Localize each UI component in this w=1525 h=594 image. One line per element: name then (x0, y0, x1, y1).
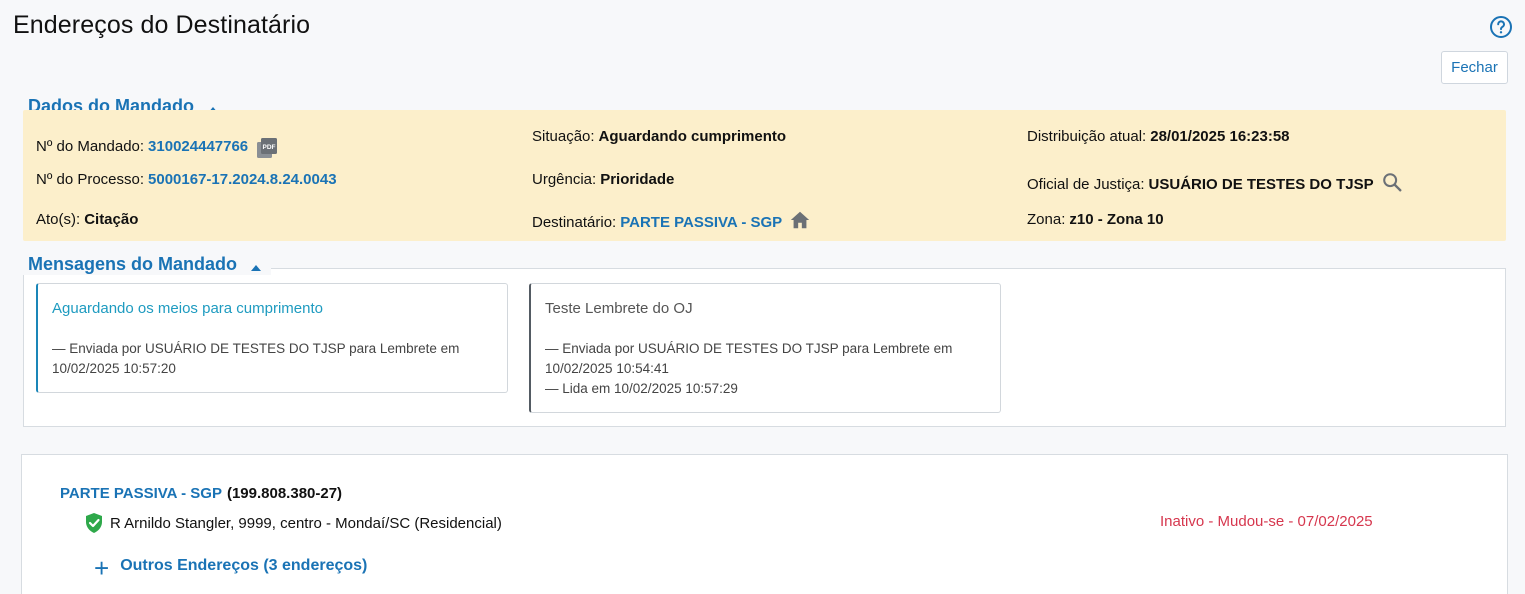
label-destinatario: Destinatário: (532, 213, 617, 231)
value-zona: z10 - Zona 10 (1069, 211, 1164, 228)
address-status: Inativo - Mudou-se - 07/02/2025 (1160, 513, 1373, 530)
field-situacao: Situação: Aguardando cumprimento (532, 128, 786, 145)
plus-icon[interactable]: + (94, 555, 109, 581)
field-numero-processo: Nº do Processo: 5000167-17.2024.8.24.004… (36, 171, 337, 188)
link-destinatario[interactable]: PARTE PASSIVA - SGP (620, 214, 782, 231)
field-zona: Zona: z10 - Zona 10 (1027, 211, 1164, 228)
outros-enderecos-toggle[interactable]: + Outros Endereços (3 endereços) (94, 551, 367, 581)
search-icon[interactable] (1381, 171, 1403, 197)
label-numero-mandado: Nº do Mandado: (36, 137, 145, 155)
value-atos: Citação (84, 211, 139, 228)
value-oficial: USUÁRIO DE TESTES DO TJSP (1148, 175, 1374, 193)
message-card[interactable]: Teste Lembrete do OJ — Enviada por USUÁR… (529, 283, 1001, 413)
message-line: — Lida em 10/02/2025 10:57:29 (545, 381, 738, 396)
message-line: 10/02/2025 10:57:20 (52, 361, 176, 376)
page-title: Endereços do Destinatário (13, 11, 311, 39)
close-button[interactable]: Fechar (1441, 51, 1508, 84)
collapse-caret-icon[interactable] (251, 264, 262, 271)
label-numero-processo: Nº do Processo: (36, 171, 145, 188)
destinatario-panel: PARTE PASSIVA - SGP (199.808.380-27) R A… (21, 454, 1508, 594)
message-card[interactable]: Aguardando os meios para cumprimento — E… (36, 283, 508, 393)
pdf-icon[interactable]: PDF (255, 136, 279, 164)
home-icon[interactable] (789, 209, 811, 235)
label-urgencia: Urgência: (532, 171, 597, 188)
message-line: — Enviada por USUÁRIO DE TESTES DO TJSP … (52, 341, 460, 356)
svg-text:PDF: PDF (263, 144, 276, 151)
value-urgencia: Prioridade (600, 171, 675, 188)
check-shield-icon (86, 513, 102, 533)
destinatario-document: (199.808.380-27) (226, 485, 343, 502)
field-numero-mandado: Nº do Mandado: 310024447766 PDF (36, 128, 279, 164)
outros-enderecos-label[interactable]: Outros Endereços (3 endereços) (120, 557, 367, 575)
label-situacao: Situação: (532, 128, 595, 145)
field-oficial: Oficial de Justiça: USUÁRIO DE TESTES DO… (1027, 171, 1403, 197)
help-circle-icon[interactable] (1489, 15, 1513, 39)
value-distribuicao: 28/01/2025 16:23:58 (1150, 128, 1290, 145)
field-atos: Ato(s): Citação (36, 211, 138, 228)
section-title-mensagens: Mensagens do Mandado (28, 254, 238, 274)
message-line: 10/02/2025 10:54:41 (545, 361, 669, 376)
message-title: Aguardando os meios para cumprimento (52, 300, 323, 317)
value-situacao: Aguardando cumprimento (598, 128, 787, 145)
link-numero-processo[interactable]: 5000167-17.2024.8.24.0043 (148, 171, 337, 188)
field-distribuicao: Distribuição atual: 28/01/2025 16:23:58 (1027, 128, 1290, 145)
link-numero-mandado[interactable]: 310024447766 (148, 138, 248, 155)
address-text: R Arnildo Stangler, 9999, centro - Monda… (110, 514, 502, 532)
message-title: Teste Lembrete do OJ (545, 300, 693, 317)
mensagens-panel: Aguardando os meios para cumprimento — E… (23, 268, 1506, 427)
mandado-panel: Nº do Mandado: 310024447766 PDF Situação… (23, 110, 1506, 241)
message-line: — Enviada por USUÁRIO DE TESTES DO TJSP … (545, 341, 953, 356)
destinatario-header: PARTE PASSIVA - SGP (199.808.380-27) (60, 485, 342, 502)
label-zona: Zona: (1027, 211, 1066, 228)
field-urgencia: Urgência: Prioridade (532, 171, 674, 188)
section-mensagens-mandado: Mensagens do Mandado (23, 254, 272, 275)
label-distribuicao: Distribuição atual: (1027, 128, 1147, 145)
link-destinatario-name[interactable]: PARTE PASSIVA - SGP (60, 485, 222, 502)
field-destinatario: Destinatário: PARTE PASSIVA - SGP (532, 209, 811, 235)
label-oficial: Oficial de Justiça: (1027, 175, 1145, 193)
address-row: R Arnildo Stangler, 9999, centro - Monda… (85, 512, 502, 534)
label-atos: Ato(s): (36, 211, 81, 228)
